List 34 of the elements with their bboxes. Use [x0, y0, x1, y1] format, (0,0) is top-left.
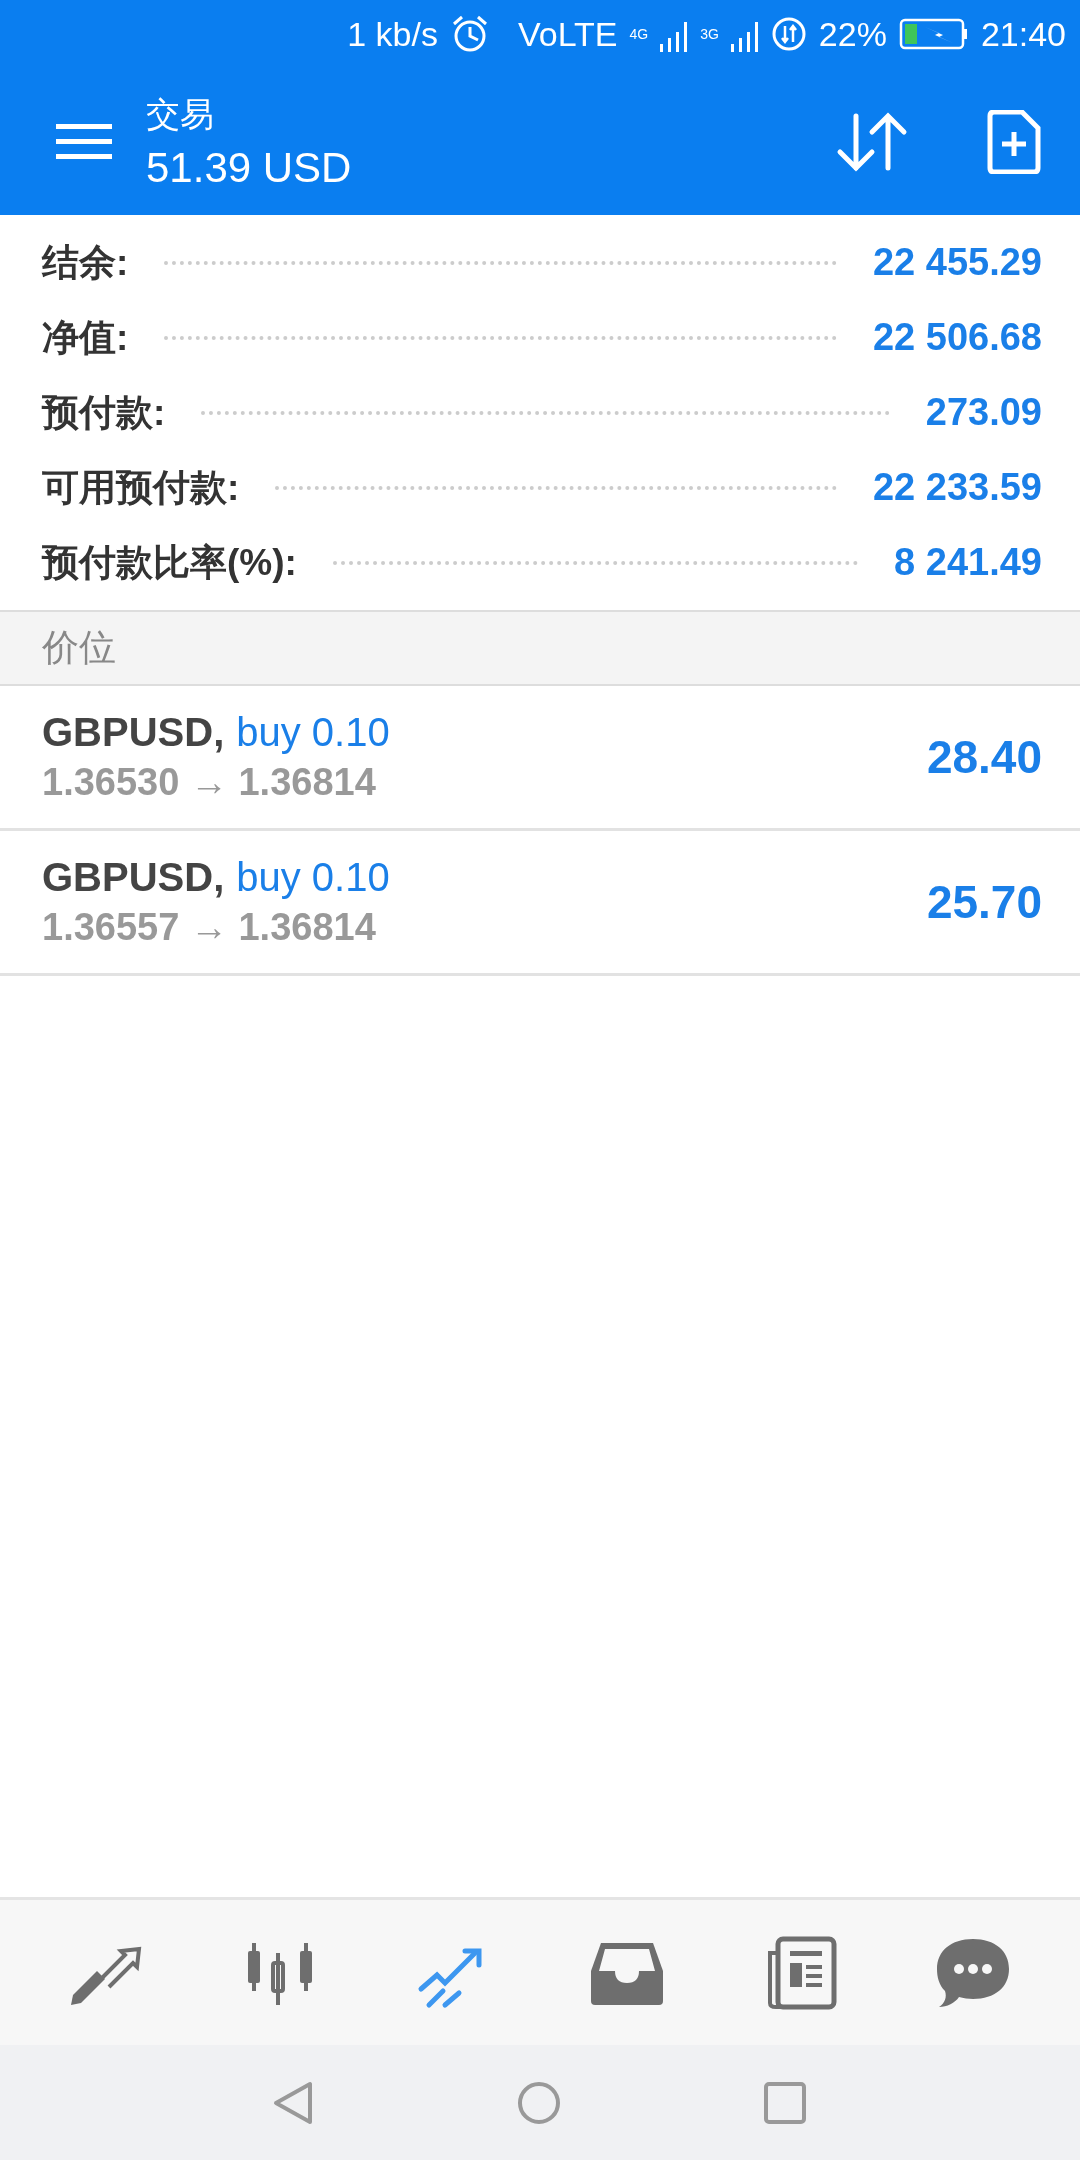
position-prices: 1.36530 → 1.36814	[42, 761, 377, 804]
recents-icon[interactable]	[762, 2079, 808, 2126]
position-profit: 25.70	[926, 875, 1042, 929]
position-profit: 28.40	[926, 730, 1042, 784]
position-symbol: GBPUSD,	[42, 855, 225, 900]
summary-value: 22 233.59	[872, 466, 1042, 509]
screen-title: 交易	[146, 93, 215, 135]
summary-label: 净值:	[42, 315, 129, 360]
position-row[interactable]: GBPUSD, buy 0.10 1.36530 → 1.36814 28.40	[0, 686, 1080, 831]
summary-label: 可用预付款:	[42, 465, 240, 510]
network-type: 3G	[700, 26, 719, 42]
volte-label: VoLTE	[517, 14, 618, 54]
summary-value: 273.09	[925, 391, 1042, 434]
network-type: 4G	[629, 26, 649, 42]
summary-value: 22 506.68	[872, 316, 1042, 359]
section-title: 价位	[42, 626, 116, 670]
summary-value: 22 455.29	[872, 241, 1042, 284]
summary-label: 预付款比率(%):	[42, 540, 297, 585]
summary-label: 预付款:	[42, 390, 166, 435]
network-speed: 1 kb/s	[347, 14, 438, 54]
clock: 21:40	[980, 14, 1066, 54]
account-balance: 51.39 USD	[146, 143, 353, 192]
menu-icon[interactable]	[56, 121, 112, 162]
summary-value: 8 241.49	[894, 541, 1042, 584]
position-row[interactable]: GBPUSD, buy 0.10 1.36557 → 1.36814 25.70	[0, 831, 1080, 976]
summary-label: 结余:	[42, 240, 129, 285]
battery-percent: 22%	[818, 14, 887, 54]
home-icon[interactable]	[516, 2079, 562, 2126]
position-order: buy 0.10	[236, 710, 390, 755]
position-prices: 1.36557 → 1.36814	[42, 906, 377, 949]
position-symbol: GBPUSD,	[42, 710, 225, 755]
battery-icon	[898, 17, 969, 51]
data-transfer-icon	[770, 16, 807, 52]
position-order: buy 0.10	[236, 855, 390, 900]
